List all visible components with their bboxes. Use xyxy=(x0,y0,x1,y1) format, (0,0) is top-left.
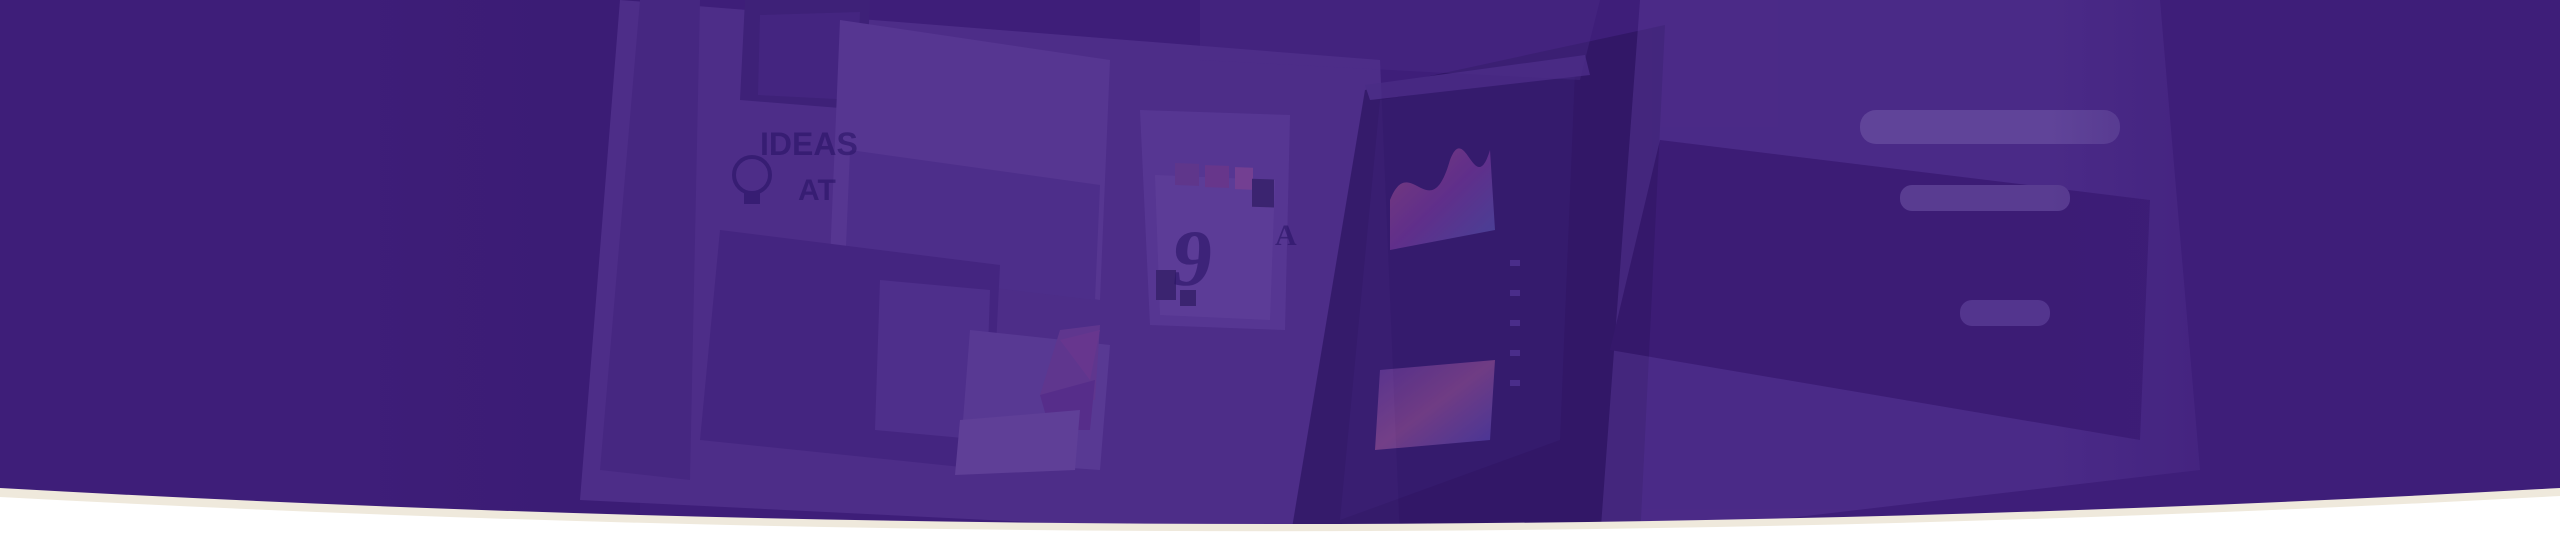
photo-text-superscript: A xyxy=(1275,219,1297,252)
hero-banner: IDEAS AT 9 A xyxy=(0,0,2560,540)
banner-graphic: IDEAS AT 9 A xyxy=(0,0,2560,540)
photo-text-ideas: IDEAS xyxy=(760,126,858,162)
photo-text-at: AT xyxy=(798,174,836,207)
